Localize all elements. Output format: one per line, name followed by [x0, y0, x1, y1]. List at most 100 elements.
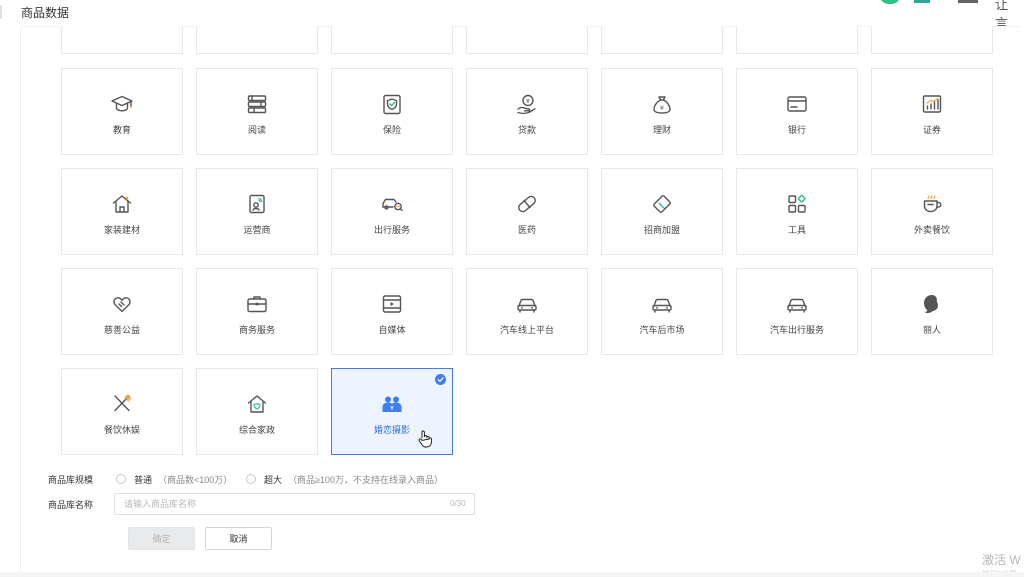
industry-tile-label: 丽人	[922, 325, 941, 335]
scale-radio-large[interactable]	[246, 474, 256, 484]
industry-tile[interactable]: 婚恋摄影	[331, 368, 453, 455]
house-icon	[110, 192, 134, 216]
industry-tile[interactable]: 工具	[736, 168, 858, 255]
hand-cursor-icon	[418, 430, 432, 448]
industry-tile-label: 证券	[922, 125, 941, 135]
industry-tile-label: 商务服务	[238, 325, 275, 335]
stock-chart-icon	[920, 92, 944, 116]
industry-tile-label: 理财	[652, 125, 671, 135]
loan-hand-coin-icon: ¥	[515, 92, 539, 116]
industry-tile-label: 银行	[787, 125, 806, 135]
page-title: 商品数据	[21, 6, 70, 20]
industry-tile[interactable]: 自媒体	[331, 268, 453, 355]
svg-text:¥: ¥	[660, 104, 664, 112]
industry-tile-partial[interactable]	[196, 26, 318, 54]
industry-tile[interactable]: 阅读	[196, 68, 318, 155]
library-name-input[interactable]	[114, 493, 475, 515]
industry-tile[interactable]: 餐饮休娱	[61, 368, 183, 455]
scale-option-normal[interactable]: 普通 （商品数<100万）	[134, 473, 232, 486]
home-shield-icon	[245, 392, 269, 416]
money-bag-icon: ¥	[650, 92, 674, 116]
industry-tile-partial[interactable]	[601, 26, 723, 54]
back-edge	[0, 5, 2, 19]
graduation-cap-icon	[110, 92, 134, 116]
industry-tile-label: 餐饮休娱	[103, 425, 140, 435]
scale-option-large-hint: （商品≥100万，不支持在线录入商品）	[288, 475, 443, 485]
svg-text:¥: ¥	[526, 97, 530, 105]
industry-tile-label: 慈善公益	[103, 325, 140, 335]
industry-tile[interactable]: 教育	[61, 68, 183, 155]
coffee-cup-icon	[920, 192, 944, 216]
scale-option-large-label: 超大	[264, 475, 283, 485]
insurance-shield-icon	[380, 92, 404, 116]
industry-tile-label: 医药	[517, 225, 536, 235]
car-icon	[650, 292, 674, 316]
industry-tile-label: 出行服务	[373, 225, 410, 235]
bottom-edge	[0, 572, 1024, 577]
industry-tile[interactable]: 外卖餐饮	[871, 168, 993, 255]
car-icon	[785, 292, 809, 316]
industry-tile[interactable]: 汽车线上平台	[466, 268, 588, 355]
industry-tile[interactable]: ¥ 理财	[601, 68, 723, 155]
phone-signal-icon	[245, 192, 269, 216]
industry-tile[interactable]: 综合家政	[196, 368, 318, 455]
industry-tile[interactable]: 银行	[736, 68, 858, 155]
green-avatar-icon[interactable]	[879, 0, 901, 4]
scale-label: 商品库规模	[48, 475, 94, 485]
cancel-button[interactable]: 取消	[205, 527, 272, 550]
briefcase-icon	[245, 292, 269, 316]
industry-tile-label: 婚恋摄影	[373, 425, 410, 435]
industry-tile-label: 综合家政	[238, 425, 275, 435]
car-search-icon	[380, 192, 404, 216]
scale-option-normal-hint: （商品数<100万）	[158, 475, 233, 485]
industry-tile[interactable]: 出行服务	[331, 168, 453, 255]
industry-tile-partial[interactable]	[871, 26, 993, 54]
industry-tile-partial[interactable]	[61, 26, 183, 54]
industry-tile-label: 阅读	[247, 125, 266, 135]
industry-tile-partial[interactable]	[466, 26, 588, 54]
industry-tile[interactable]: 运营商	[196, 168, 318, 255]
industry-tile-label: 汽车出行服务	[769, 325, 824, 335]
scale-option-normal-label: 普通	[134, 475, 153, 485]
industry-tile-label: 家装建材	[103, 225, 140, 235]
industry-tile[interactable]: 医药	[466, 168, 588, 255]
top-bar: 商品数据 让 言	[0, 0, 1024, 31]
industry-tile[interactable]: 汽车后市场	[601, 268, 723, 355]
pill-icon	[515, 192, 539, 216]
scale-option-large[interactable]: 超大 （商品≥100万，不支持在线录入商品）	[264, 473, 443, 486]
industry-tile[interactable]: 丽人	[871, 268, 993, 355]
industry-tile-label: 工具	[787, 225, 806, 235]
tools-grid-icon	[785, 192, 809, 216]
industry-tile-label: 自媒体	[378, 325, 406, 335]
industry-tile[interactable]: 招商加盟	[601, 168, 723, 255]
industry-tile-partial[interactable]	[331, 26, 453, 54]
bank-card-icon	[785, 92, 809, 116]
industry-tile-label: 运营商	[243, 225, 271, 235]
industry-tile[interactable]: 慈善公益	[61, 268, 183, 355]
industry-tile[interactable]: 保险	[331, 68, 453, 155]
woman-profile-icon	[920, 292, 944, 316]
minimize-icon[interactable]	[958, 0, 978, 3]
name-char-counter: 0/30	[450, 499, 466, 508]
scale-radio-normal[interactable]	[116, 474, 126, 484]
industry-tile-label: 招商加盟	[643, 225, 680, 235]
industry-tile-label: 教育	[112, 125, 131, 135]
teal-indicator-icon	[914, 0, 930, 3]
industry-tile-label: 保险	[382, 125, 401, 135]
check-circle-icon	[435, 374, 446, 385]
industry-tile[interactable]: 证券	[871, 68, 993, 155]
industry-tile[interactable]: ¥ 贷款	[466, 68, 588, 155]
industry-tile-partial[interactable]	[736, 26, 858, 54]
confirm-button[interactable]: 确定	[128, 527, 195, 550]
couple-icon	[380, 392, 404, 416]
industry-tile[interactable]: 汽车出行服务	[736, 268, 858, 355]
handshake-tag-icon	[650, 192, 674, 216]
industry-tile-label: 贷款	[517, 125, 536, 135]
car-icon	[515, 292, 539, 316]
name-label: 商品库名称	[48, 500, 94, 510]
industry-tile[interactable]: 商务服务	[196, 268, 318, 355]
video-play-icon	[380, 292, 404, 316]
industry-tile-label: 汽车线上平台	[499, 325, 554, 335]
books-icon	[245, 92, 269, 116]
industry-tile[interactable]: 家装建材	[61, 168, 183, 255]
